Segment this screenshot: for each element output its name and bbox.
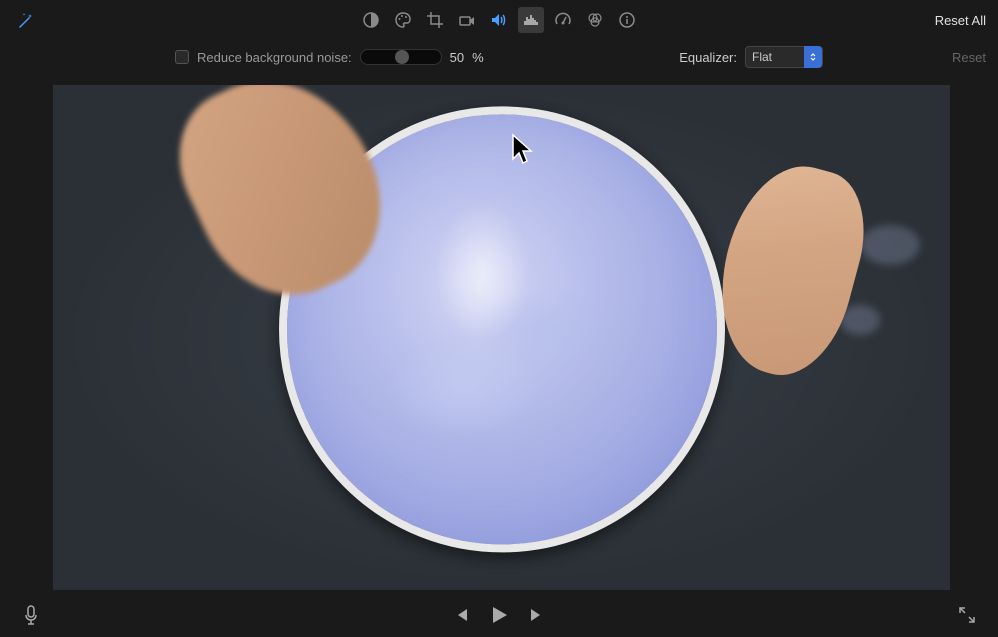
crop-button[interactable]: [422, 7, 448, 33]
expand-icon: [958, 606, 976, 624]
microphone-icon: [22, 604, 40, 626]
reset-button[interactable]: Reset: [952, 50, 986, 65]
paint-smear: [860, 225, 920, 265]
equalizer-icon: [522, 11, 540, 29]
previous-button[interactable]: [453, 607, 469, 623]
next-button[interactable]: [529, 607, 545, 623]
filter-circles-icon: [586, 11, 604, 29]
top-toolbar: Reset All: [0, 0, 998, 40]
video-preview[interactable]: [53, 85, 950, 590]
speedometer-icon: [554, 11, 572, 29]
equalizer-select[interactable]: Flat: [745, 46, 823, 68]
color-filter-button[interactable]: [582, 7, 608, 33]
play-button[interactable]: [489, 605, 509, 625]
voiceover-button[interactable]: [22, 604, 40, 626]
volume-icon: [490, 11, 508, 29]
info-button[interactable]: [614, 7, 640, 33]
video-frame: [53, 85, 950, 590]
noise-eq-button[interactable]: [518, 7, 544, 33]
reset-all-button[interactable]: Reset All: [935, 13, 986, 28]
equalizer-section: Equalizer: Flat: [679, 46, 823, 68]
crop-icon: [426, 11, 444, 29]
palette-icon: [394, 11, 412, 29]
camera-icon: [458, 11, 476, 29]
color-balance-icon: [362, 11, 380, 29]
wand-icon: [16, 12, 34, 30]
noise-reduction-checkbox[interactable]: [175, 50, 189, 64]
color-balance-button[interactable]: [358, 7, 384, 33]
cursor-overlay: [511, 133, 539, 170]
audio-controls-bar: Reduce background noise: 50 % Equalizer:…: [0, 40, 998, 74]
noise-value-number: 50: [450, 50, 464, 65]
play-icon: [489, 605, 509, 625]
speed-button[interactable]: [550, 7, 576, 33]
noise-reduction-section: Reduce background noise: 50 %: [175, 49, 484, 65]
equalizer-label: Equalizer:: [679, 50, 737, 65]
skip-back-icon: [453, 607, 469, 623]
transport-bar: [0, 592, 998, 637]
fullscreen-button[interactable]: [958, 606, 976, 624]
info-icon: [618, 11, 636, 29]
noise-value-unit: %: [472, 50, 484, 65]
color-correction-button[interactable]: [390, 7, 416, 33]
noise-reduction-label: Reduce background noise:: [197, 50, 352, 65]
volume-button[interactable]: [486, 7, 512, 33]
cursor-icon: [511, 133, 539, 167]
noise-reduction-slider[interactable]: [360, 49, 442, 65]
chevron-updown-icon: [809, 52, 817, 62]
equalizer-value: Flat: [752, 50, 772, 64]
stabilization-button[interactable]: [454, 7, 480, 33]
select-arrow: [804, 46, 822, 68]
hand-right: [700, 152, 880, 388]
slider-thumb[interactable]: [395, 50, 409, 64]
skip-forward-icon: [529, 607, 545, 623]
auto-enhance-button[interactable]: [12, 8, 38, 34]
